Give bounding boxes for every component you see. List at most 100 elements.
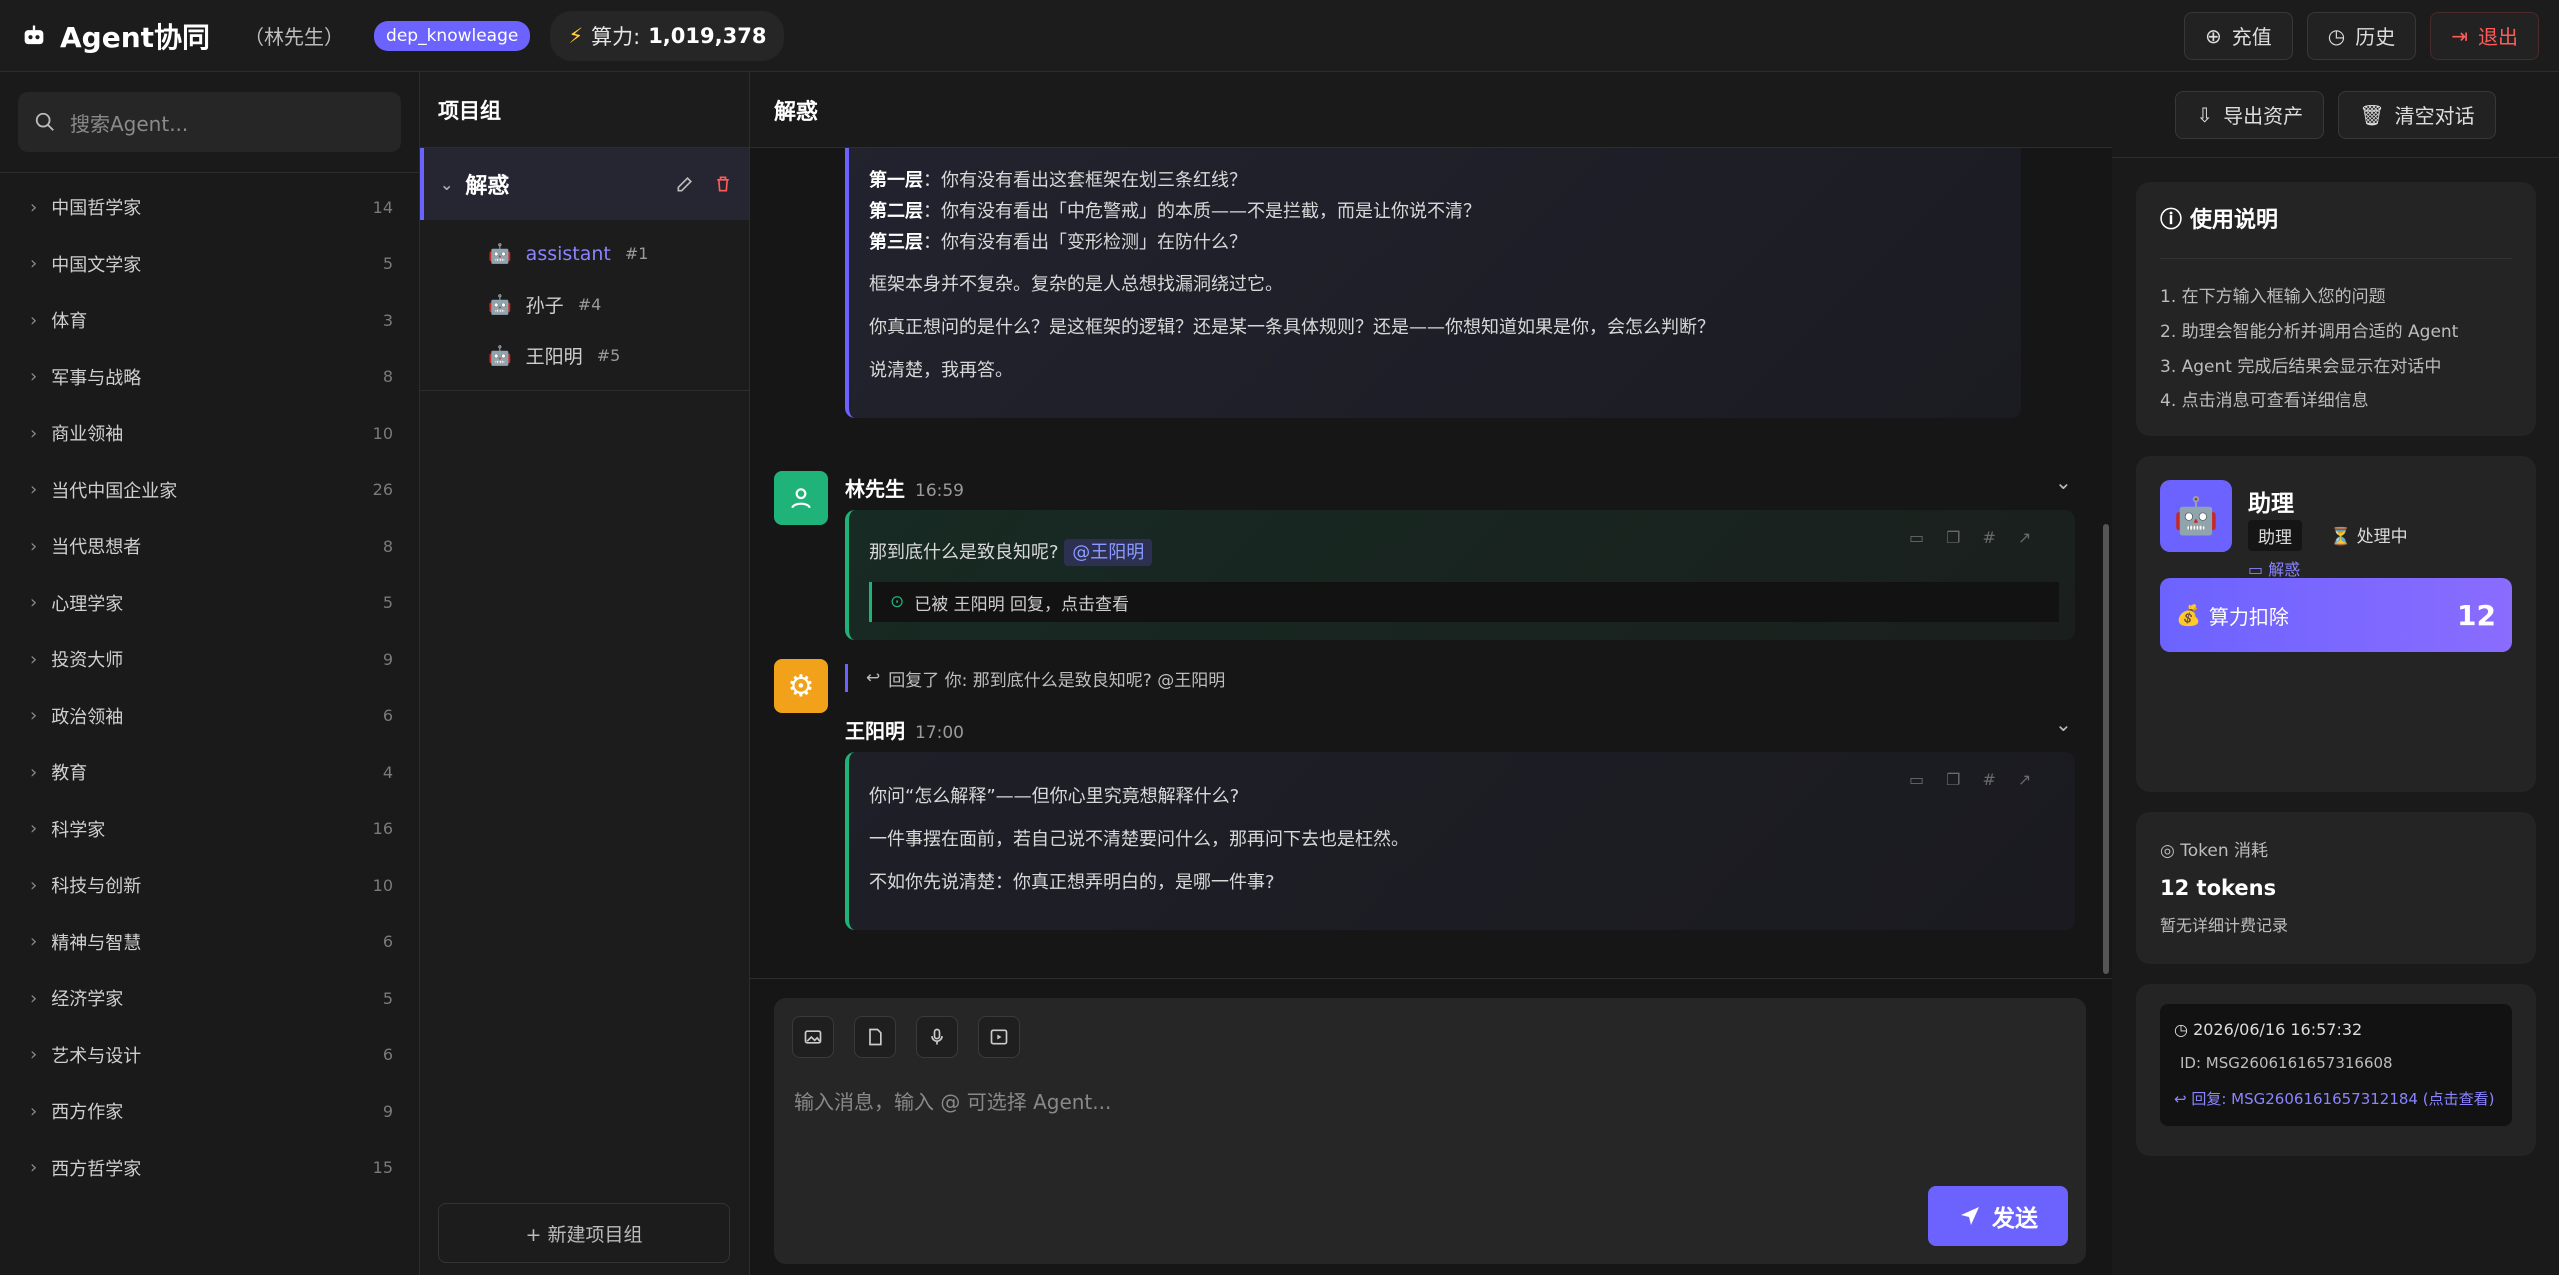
meta-id: ID: MSG2606161657316608 <box>2180 1054 2393 1072</box>
recharge-button[interactable]: ⊕ 充值 <box>2184 11 2293 60</box>
power-label: 算力: <box>591 24 641 49</box>
current-agent-card: 🤖 助理 助理 ⏳ 处理中 ▭ 解惑 💰 算力扣除 12 <box>2136 456 2536 792</box>
comment-icon[interactable]: ▭ <box>1909 528 1924 547</box>
message-input[interactable]: 输入消息，输入 @ 可选择 Agent... <box>794 1086 1111 1115</box>
category-item[interactable]: › 中国文学家 5 <box>0 236 419 293</box>
send-icon <box>1961 1207 1979 1225</box>
clear-chat-button[interactable]: 🗑 清空对话 <box>2338 90 2496 139</box>
divider <box>420 390 750 391</box>
category-item[interactable]: › 投资大师 9 <box>0 631 419 688</box>
project-agent-item[interactable]: 🤖 assistant #1 <box>420 228 749 279</box>
category-item[interactable]: › 艺术与设计 6 <box>0 1027 419 1084</box>
new-project-group-button[interactable]: + 新建项目组 <box>438 1203 730 1263</box>
meta-reply-link[interactable]: ↩ 回复: MSG2606161657312184 (点击查看) <box>2174 1088 2494 1109</box>
cost-bar: 💰 算力扣除 12 <box>2160 578 2512 652</box>
category-item[interactable]: › 科学家 16 <box>0 801 419 858</box>
agent-status: ⏳ 处理中 <box>2330 527 2408 547</box>
category-item[interactable]: › 军事与战略 8 <box>0 349 419 406</box>
reply-icon: ↩ <box>2174 1090 2187 1108</box>
copy-icon[interactable]: ❐ <box>1946 770 1960 789</box>
agent-avatar: 🤖 <box>2160 480 2232 552</box>
usage-step: 4. 点击消息可查看详细信息 <box>2160 391 2369 411</box>
money-bag-icon: 💰 <box>2176 603 2201 627</box>
image-icon <box>804 1030 822 1044</box>
scrollbar[interactable] <box>2103 524 2109 974</box>
logout-button[interactable]: ⇥ 退出 <box>2430 11 2539 60</box>
token-note: 暂无详细计费记录 <box>2160 916 2289 935</box>
token-usage-card: ◎ Token 消耗 12 tokens 暂无详细计费记录 <box>2136 812 2536 964</box>
usage-guide: ⓘ 使用说明 1. 在下方输入框输入您的问题 2. 助理会智能分析并调用合适的 A… <box>2136 182 2536 436</box>
category-item[interactable]: › 西方作家 9 <box>0 1083 419 1140</box>
message-list[interactable]: 第一层：你有没有看出这套框架在划三条红线？ 第二层：你有没有看出「中危警戒」的本… <box>750 148 2112 978</box>
user-icon <box>791 488 811 509</box>
chevron-right-icon: › <box>30 422 38 444</box>
message-text: 第一层：你有没有看出这套框架在划三条红线？ <box>869 170 1247 191</box>
robot-icon <box>24 25 44 44</box>
user-message-card[interactable]: ▭ ❐ # ↗ 那到底什么是致良知呢? @王阳明 ⊙ 已被 王阳明 回复，点击查看 <box>845 510 2075 640</box>
comment-icon[interactable]: ▭ <box>1909 770 1924 789</box>
project-group-item[interactable]: ⌄ 解惑 <box>420 148 749 220</box>
chevron-right-icon: › <box>30 535 38 557</box>
reply-quote[interactable]: ↩ 回复了 你: 那到底什么是致良知呢? @王阳明 <box>845 664 1225 692</box>
category-item[interactable]: › 当代中国企业家 26 <box>0 462 419 519</box>
history-button[interactable]: ◷ 历史 <box>2306 11 2417 60</box>
reply-notice[interactable]: ⊙ 已被 王阳明 回复，点击查看 <box>869 582 2059 622</box>
category-item[interactable]: › 教育 4 <box>0 744 419 801</box>
message-text: 你真正想问的是什么？是这框架的逻辑？还是某一条具体规则？还是——你想知道如果是你… <box>869 317 1715 338</box>
hash-icon[interactable]: # <box>1982 528 1995 547</box>
voice-input-button[interactable] <box>916 1016 958 1058</box>
folder-icon: ▭ <box>2248 560 2264 579</box>
edit-icon[interactable] <box>675 174 695 194</box>
message-meta-card: ◷ 2026/06/16 16:57:32 ID: MSG26061616573… <box>2136 984 2536 1156</box>
robot-avatar-icon: 🤖 <box>488 294 512 316</box>
category-item[interactable]: › 体育 3 <box>0 292 419 349</box>
category-item[interactable]: › 科技与创新 10 <box>0 857 419 914</box>
agent-search[interactable]: 搜索Agent... <box>18 92 401 152</box>
history-icon: ◷ <box>2327 23 2346 48</box>
category-item[interactable]: › 西方哲学家 15 <box>0 1140 419 1197</box>
robot-avatar-icon: 🤖 <box>488 345 512 367</box>
category-item[interactable]: › 政治领袖 6 <box>0 688 419 745</box>
search-input[interactable]: 搜索Agent... <box>70 108 188 137</box>
chevron-right-icon: › <box>30 366 38 388</box>
app-title: Agent协同 <box>60 20 211 54</box>
category-item[interactable]: › 经济学家 5 <box>0 970 419 1027</box>
chevron-down-icon[interactable]: ⌄ <box>2055 470 2072 494</box>
agent-message-card[interactable]: ▭ ❐ # ↗ 你问“怎么解释”——但你心里究竟想解释什么? 一件事摆在面前，若自己说… <box>845 752 2075 930</box>
power-balance: ⚡ 算力: 1,019,378 <box>550 10 785 61</box>
chevron-right-icon: › <box>30 309 38 331</box>
agent-group-link[interactable]: ▭ 解惑 <box>2248 556 2300 580</box>
send-button[interactable]: 发送 <box>1928 1186 2068 1246</box>
token-icon: ◎ <box>2160 841 2175 861</box>
category-item[interactable]: › 当代思想者 8 <box>0 518 419 575</box>
message-meta: ◷ 2026/06/16 16:57:32 ID: MSG26061616573… <box>2160 1004 2512 1126</box>
token-title: ◎ Token 消耗 <box>2160 841 2269 861</box>
export-assets-button[interactable]: ⇩ 导出资产 <box>2175 90 2325 139</box>
category-item[interactable]: › 精神与智慧 6 <box>0 914 419 971</box>
chevron-right-icon: › <box>30 1157 38 1179</box>
external-link-icon[interactable]: ↗ <box>2018 770 2031 789</box>
category-item[interactable]: › 中国哲学家 14 <box>0 179 419 236</box>
category-item[interactable]: › 商业领袖 10 <box>0 405 419 462</box>
hourglass-icon: ⏳ <box>2330 527 2352 547</box>
video-upload-button[interactable] <box>978 1016 1020 1058</box>
chevron-right-icon: › <box>30 479 38 501</box>
chevron-down-icon[interactable]: ⌄ <box>2055 712 2072 736</box>
project-agent-item[interactable]: 🤖 孙子 #4 <box>420 279 749 330</box>
copy-icon[interactable]: ❐ <box>1946 528 1960 547</box>
chevron-right-icon: › <box>30 705 38 727</box>
usage-step: 3. Agent 完成后结果会显示在对话中 <box>2160 357 2442 377</box>
hash-icon[interactable]: # <box>1982 770 1995 789</box>
delete-icon[interactable] <box>713 174 733 194</box>
category-item[interactable]: › 心理学家 5 <box>0 575 419 632</box>
microphone-icon <box>931 1028 943 1045</box>
image-upload-button[interactable] <box>792 1016 834 1058</box>
mention-tag[interactable]: @王阳明 <box>1064 539 1153 566</box>
top-bar: Agent协同 （林先生） dep_knowleage ⚡ 算力: 1,019,… <box>0 0 2559 72</box>
project-agent-item[interactable]: 🤖 王阳明 #5 <box>420 330 749 381</box>
external-link-icon[interactable]: ↗ <box>2018 528 2031 547</box>
cloud-download-icon: ⇩ <box>2196 102 2214 127</box>
file-upload-button[interactable] <box>854 1016 896 1058</box>
user-avatar <box>774 471 828 525</box>
assistant-message-card[interactable]: 第一层：你有没有看出这套框架在划三条红线？ 第二层：你有没有看出「中危警戒」的本… <box>845 148 2021 418</box>
